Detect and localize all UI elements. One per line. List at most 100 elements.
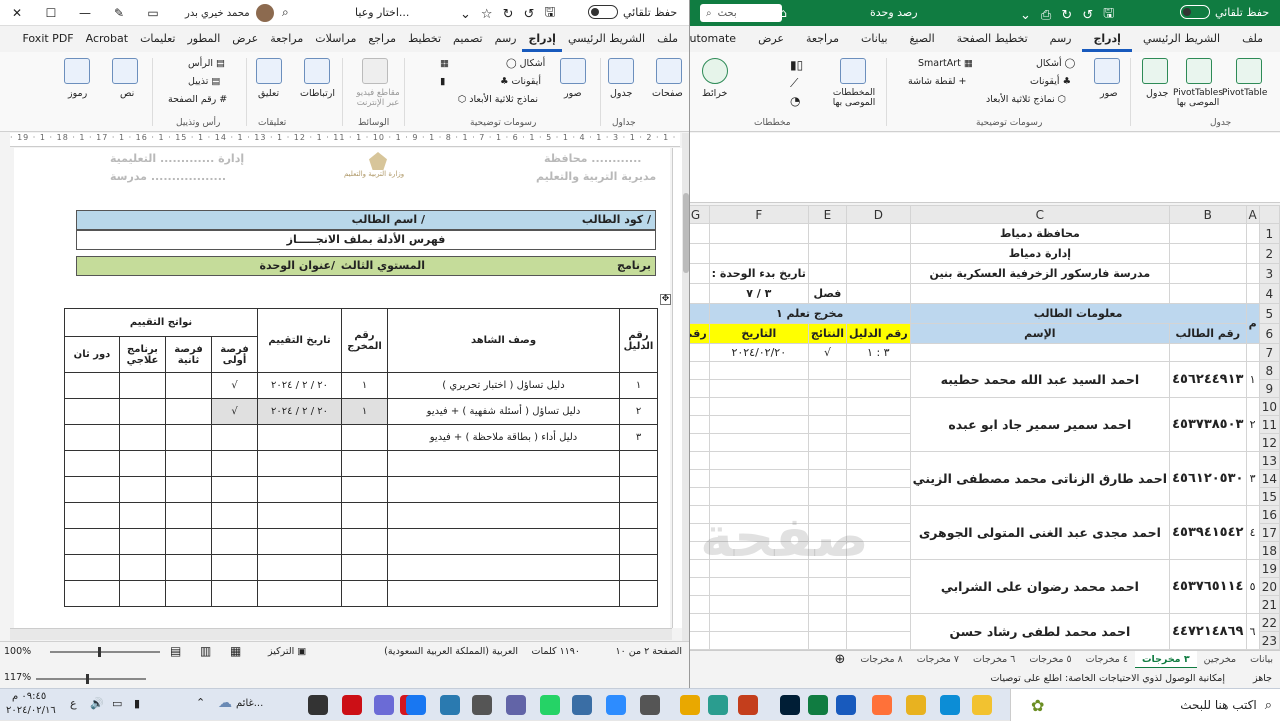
search-icon[interactable]: ⌕ xyxy=(282,5,289,20)
cell[interactable] xyxy=(690,303,710,324)
student-index[interactable]: ٢ xyxy=(1245,397,1260,452)
cell[interactable] xyxy=(708,613,809,632)
cell-second[interactable] xyxy=(165,528,212,555)
page-number-button[interactable]: رقم الصفحة # xyxy=(168,94,227,105)
cell[interactable] xyxy=(690,397,710,416)
cell-out[interactable] xyxy=(341,580,388,607)
video-icon[interactable] xyxy=(362,58,388,84)
cell-no[interactable] xyxy=(619,580,658,607)
globe-icon[interactable] xyxy=(702,58,728,84)
row-header[interactable]: 14 xyxy=(1258,469,1280,488)
icons-button[interactable]: أيقونات ♣ xyxy=(1030,76,1071,87)
row-header[interactable]: 12 xyxy=(1258,433,1280,452)
row-header[interactable]: 10 xyxy=(1258,397,1280,416)
save-icon[interactable]: 🖫 xyxy=(544,3,555,25)
vertical-scrollbar[interactable] xyxy=(682,133,689,641)
textbox-icon[interactable] xyxy=(112,58,138,84)
web-layout-icon[interactable]: ▦ xyxy=(230,644,241,658)
cell[interactable] xyxy=(807,613,847,632)
cell[interactable] xyxy=(708,243,809,264)
cell-out[interactable] xyxy=(341,476,388,503)
excel-tab-2[interactable]: إدراج xyxy=(1082,26,1132,52)
online-video-button[interactable]: مقاطع فيديو عبر الإنترنت xyxy=(354,88,402,108)
sheet-tab-3[interactable]: ٤ مخرجات xyxy=(1079,651,1135,669)
cell-desc[interactable] xyxy=(387,476,620,503)
cell[interactable] xyxy=(845,487,911,506)
cell[interactable] xyxy=(690,487,710,506)
student-name[interactable]: احمد السيد عبد الله محمد حطيبه xyxy=(909,361,1171,398)
cell-remedial[interactable] xyxy=(119,398,166,425)
student-index[interactable]: ٦ xyxy=(1245,613,1260,650)
cell-date[interactable] xyxy=(257,424,342,451)
cell[interactable] xyxy=(708,223,809,244)
cell-out[interactable]: ١ xyxy=(341,372,388,399)
cell-date[interactable]: ٢٠ / ٢ / ٢٠٢٤ xyxy=(257,372,342,399)
accessibility-status[interactable]: إمكانية الوصول لذوي الاحتياجات الخاصة: ا… xyxy=(970,673,1244,684)
header-cell[interactable]: التاريخ xyxy=(708,323,809,344)
cell-date[interactable]: ٢٠ / ٢ / ٢٠٢٤ xyxy=(257,398,342,425)
shapes-button[interactable]: أشكال ◯ xyxy=(1036,58,1075,69)
cell[interactable] xyxy=(909,343,1171,362)
cell-round2[interactable] xyxy=(64,502,120,529)
cell[interactable] xyxy=(845,361,911,380)
cell-desc[interactable] xyxy=(387,502,620,529)
row-header[interactable]: 7 xyxy=(1258,343,1280,362)
excel-tab-6[interactable]: بيانات xyxy=(850,26,899,52)
chevron-up-icon[interactable]: ⌃ xyxy=(196,696,205,709)
output-header[interactable]: مخرج تعلم ١ xyxy=(708,303,911,324)
row-header[interactable]: 1 xyxy=(1258,223,1280,244)
cell-round2[interactable] xyxy=(64,398,120,425)
word-tab-6[interactable]: مراجع xyxy=(362,26,402,52)
student-name[interactable]: احمد محمد رضوان على الشرابي xyxy=(909,559,1171,614)
star-icon[interactable]: ☆ xyxy=(481,7,493,22)
cell[interactable] xyxy=(690,631,710,650)
sheet-tab-6[interactable]: ٧ مخرجات xyxy=(910,651,966,669)
read-mode-icon[interactable]: ▤ xyxy=(170,644,181,658)
cell[interactable] xyxy=(690,223,710,244)
recommended-charts-icon[interactable] xyxy=(840,58,866,84)
word-tab-0[interactable]: ملف xyxy=(651,26,684,52)
excel-zoom-slider[interactable] xyxy=(36,674,146,684)
row-header[interactable]: 21 xyxy=(1258,595,1280,614)
cell-round2[interactable] xyxy=(64,372,120,399)
word-tab-3[interactable]: رسم xyxy=(489,26,523,52)
excel-tab-9[interactable]: Automate xyxy=(690,26,747,52)
cell-remedial[interactable] xyxy=(119,476,166,503)
cell-second[interactable] xyxy=(165,398,212,425)
cell-first[interactable] xyxy=(211,580,258,607)
cell-no[interactable]: ٣ xyxy=(619,424,658,451)
cell[interactable] xyxy=(690,263,710,284)
cell-out[interactable] xyxy=(341,450,388,477)
cell-m[interactable]: م xyxy=(1245,303,1260,344)
edge-dev-icon[interactable] xyxy=(374,695,394,715)
worksheet-table[interactable]: A B C D E F G 1 محافظة دمياط 2 إدارة دمياط 3 مدرسة ف… xyxy=(690,205,1280,650)
ie-icon[interactable] xyxy=(440,695,460,715)
cell-first[interactable] xyxy=(211,502,258,529)
cell[interactable] xyxy=(807,487,847,506)
cell[interactable] xyxy=(708,595,809,614)
firefox-icon[interactable] xyxy=(872,695,892,715)
cell-remedial[interactable] xyxy=(119,372,166,399)
facebook-icon[interactable] xyxy=(406,695,426,715)
cell[interactable] xyxy=(845,577,911,596)
recommended-pivot-button[interactable]: PivotTables الموصى بها xyxy=(1170,88,1226,108)
cell-remedial[interactable] xyxy=(119,450,166,477)
row-header[interactable]: 13 xyxy=(1258,451,1280,470)
cell-first[interactable] xyxy=(211,476,258,503)
table-icon[interactable] xyxy=(608,58,634,84)
word-tab-5[interactable]: تخطيط xyxy=(402,26,447,52)
cell[interactable]: تاريخ بدء الوحدة : xyxy=(708,263,809,284)
cell-first[interactable] xyxy=(211,528,258,555)
cell[interactable] xyxy=(690,415,710,434)
cell-no[interactable] xyxy=(619,554,658,581)
word-tab-1[interactable]: الشريط الرئيسي xyxy=(562,26,651,52)
cell-date[interactable] xyxy=(257,450,342,477)
minimize-icon[interactable]: — xyxy=(68,0,102,26)
print-layout-icon[interactable]: ▥ xyxy=(200,644,211,658)
student-name[interactable]: احمد مجدى عبد الغنى المتولى الجوهرى xyxy=(909,505,1171,560)
column-header[interactable]: C xyxy=(909,205,1171,224)
document-page[interactable]: محافظة ............ مديرية التربية والتع… xyxy=(14,148,671,628)
cell[interactable] xyxy=(690,433,710,452)
excel-tab-8[interactable]: عرض xyxy=(747,26,795,52)
undo-icon[interactable]: ↺ xyxy=(1082,8,1093,23)
